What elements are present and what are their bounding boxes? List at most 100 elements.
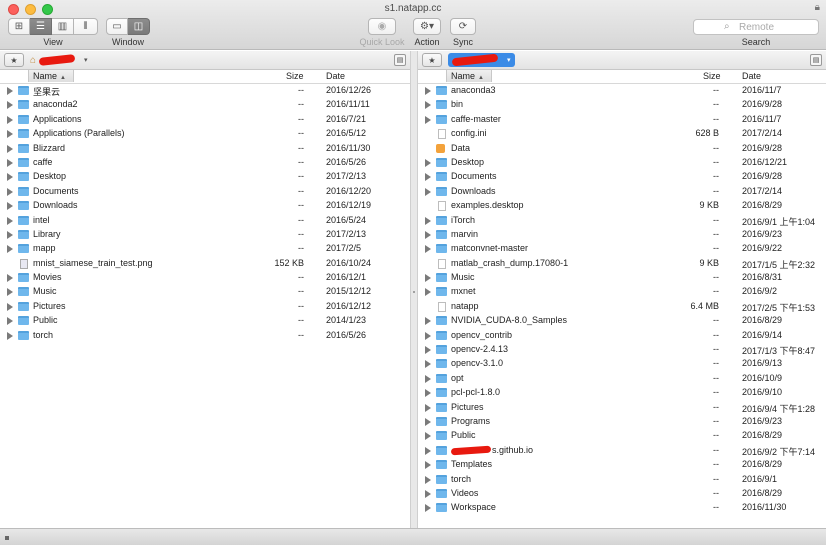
disclosure-triangle-icon[interactable] bbox=[425, 504, 431, 513]
search-field[interactable]: ⌕ Remote bbox=[693, 19, 819, 35]
file-row[interactable]: iTorch -- 2016/9/1 上午1:04 bbox=[418, 214, 826, 228]
dual-pane-button[interactable]: ◫ bbox=[128, 18, 150, 35]
drawer-button[interactable]: ▤ bbox=[810, 54, 822, 66]
disclosure-triangle-icon[interactable] bbox=[7, 302, 13, 311]
disclosure-triangle-icon[interactable] bbox=[425, 360, 431, 369]
disclosure-triangle-icon[interactable] bbox=[7, 216, 13, 225]
disclosure-triangle-icon[interactable] bbox=[7, 87, 13, 95]
file-row[interactable]: Pictures -- 2016/12/12 bbox=[0, 300, 410, 314]
name-column-header[interactable]: Name ▲ bbox=[28, 70, 74, 82]
disclosure-triangle-icon[interactable] bbox=[425, 230, 431, 239]
disclosure-triangle-icon[interactable] bbox=[425, 216, 431, 225]
file-row[interactable]: bin -- 2016/9/28 bbox=[418, 98, 826, 112]
disclosure-triangle-icon[interactable] bbox=[7, 173, 13, 182]
file-row[interactable]: anaconda2 -- 2016/11/11 bbox=[0, 98, 410, 112]
disclosure-triangle-icon[interactable] bbox=[7, 288, 13, 297]
disclosure-triangle-icon[interactable] bbox=[425, 417, 431, 426]
disclosure-triangle-icon[interactable] bbox=[425, 87, 431, 95]
file-row[interactable]: Downloads -- 2016/12/19 bbox=[0, 199, 410, 213]
disclosure-triangle-icon[interactable] bbox=[425, 432, 431, 441]
disclosure-triangle-icon[interactable] bbox=[7, 230, 13, 239]
disclosure-triangle-icon[interactable] bbox=[7, 115, 13, 124]
date-column-header[interactable]: Date bbox=[326, 71, 345, 81]
pane-splitter[interactable] bbox=[410, 51, 418, 528]
file-row[interactable]: torch -- 2016/9/1 bbox=[418, 473, 826, 487]
file-row[interactable]: Templates -- 2016/8/29 bbox=[418, 458, 826, 472]
size-column-header[interactable]: Size bbox=[286, 71, 304, 81]
quicklook-button[interactable]: ◉ bbox=[368, 18, 396, 35]
file-row[interactable]: pcl-pcl-1.8.0 -- 2016/9/10 bbox=[418, 386, 826, 400]
file-row[interactable]: Programs -- 2016/9/23 bbox=[418, 415, 826, 429]
disclosure-triangle-icon[interactable] bbox=[7, 130, 13, 139]
view-coverflow-button[interactable]: ⫴ bbox=[74, 18, 98, 35]
drawer-button[interactable]: ▤ bbox=[394, 54, 406, 66]
file-row[interactable]: config.ini 628 B 2017/2/14 bbox=[418, 127, 826, 141]
disclosure-triangle-icon[interactable] bbox=[425, 245, 431, 254]
file-row[interactable]: Pictures -- 2016/9/4 下午1:28 bbox=[418, 401, 826, 415]
remote-path-crumb[interactable]: ▾ bbox=[448, 53, 515, 67]
file-row[interactable]: Videos -- 2016/8/29 bbox=[418, 487, 826, 501]
file-row[interactable]: NVIDIA_CUDA-8.0_Samples -- 2016/8/29 bbox=[418, 314, 826, 328]
disclosure-triangle-icon[interactable] bbox=[7, 331, 13, 340]
file-row[interactable]: examples.desktop 9 KB 2016/8/29 bbox=[418, 199, 826, 213]
disclosure-triangle-icon[interactable] bbox=[425, 461, 431, 470]
file-row[interactable]: Downloads -- 2017/2/14 bbox=[418, 185, 826, 199]
file-row[interactable]: opt -- 2016/10/9 bbox=[418, 372, 826, 386]
file-row[interactable]: Music -- 2016/8/31 bbox=[418, 271, 826, 285]
disclosure-triangle-icon[interactable] bbox=[425, 187, 431, 196]
file-row[interactable]: Documents -- 2016/9/28 bbox=[418, 170, 826, 184]
disclosure-triangle-icon[interactable] bbox=[425, 173, 431, 182]
disclosure-triangle-icon[interactable] bbox=[7, 245, 13, 254]
file-row[interactable]: Music -- 2015/12/12 bbox=[0, 285, 410, 299]
sync-button[interactable]: ⟳ bbox=[450, 18, 476, 35]
disclosure-triangle-icon[interactable] bbox=[7, 144, 13, 153]
disclosure-triangle-icon[interactable] bbox=[425, 115, 431, 124]
file-row[interactable]: opencv-3.1.0 -- 2016/9/13 bbox=[418, 357, 826, 371]
disclosure-triangle-icon[interactable] bbox=[7, 317, 13, 326]
file-row[interactable]: Movies -- 2016/12/1 bbox=[0, 271, 410, 285]
file-row[interactable]: caffe -- 2016/5/26 bbox=[0, 156, 410, 170]
file-row[interactable]: natapp 6.4 MB 2017/2/5 下午1:53 bbox=[418, 300, 826, 314]
file-row[interactable]: mnist_siamese_train_test.png 152 KB 2016/1… bbox=[0, 257, 410, 271]
disclosure-triangle-icon[interactable] bbox=[425, 158, 431, 167]
name-column-header[interactable]: Name ▲ bbox=[446, 70, 492, 82]
disclosure-triangle-icon[interactable] bbox=[7, 202, 13, 211]
view-icons-button[interactable]: ⊞ bbox=[8, 18, 30, 35]
file-row[interactable]: Desktop -- 2016/12/21 bbox=[418, 156, 826, 170]
favorites-button[interactable]: ★ bbox=[4, 53, 24, 67]
disclosure-triangle-icon[interactable] bbox=[425, 346, 431, 355]
file-row[interactable]: Public -- 2014/1/23 bbox=[0, 314, 410, 328]
view-list-button[interactable]: ☰ bbox=[30, 18, 52, 35]
disclosure-triangle-icon[interactable] bbox=[425, 288, 431, 297]
file-row[interactable]: anaconda3 -- 2016/11/7 bbox=[418, 84, 826, 98]
file-row[interactable]: matlab_crash_dump.17080-1 9 KB 2017/1/5 上午… bbox=[418, 257, 826, 271]
file-row[interactable]: s.github.io -- 2016/9/2 下午7:14 bbox=[418, 444, 826, 458]
disclosure-triangle-icon[interactable] bbox=[7, 158, 13, 167]
file-row[interactable]: Blizzard -- 2016/11/30 bbox=[0, 142, 410, 156]
file-row[interactable]: Public -- 2016/8/29 bbox=[418, 429, 826, 443]
file-row[interactable]: Data -- 2016/9/28 bbox=[418, 142, 826, 156]
size-column-header[interactable]: Size bbox=[703, 71, 721, 81]
file-row[interactable]: intel -- 2016/5/24 bbox=[0, 214, 410, 228]
disclosure-triangle-icon[interactable] bbox=[7, 274, 13, 283]
disclosure-triangle-icon[interactable] bbox=[425, 446, 431, 455]
file-row[interactable]: matconvnet-master -- 2016/9/22 bbox=[418, 242, 826, 256]
file-row[interactable]: Applications (Parallels) -- 2016/5/12 bbox=[0, 127, 410, 141]
disclosure-triangle-icon[interactable] bbox=[425, 475, 431, 484]
action-button[interactable]: ⚙▾ bbox=[413, 18, 441, 35]
disclosure-triangle-icon[interactable] bbox=[425, 331, 431, 340]
disclosure-triangle-icon[interactable] bbox=[7, 101, 13, 110]
favorites-button[interactable]: ★ bbox=[422, 53, 442, 67]
disclosure-triangle-icon[interactable] bbox=[425, 403, 431, 412]
disclosure-triangle-icon[interactable] bbox=[7, 187, 13, 196]
local-path-crumb[interactable]: ⌂ ▾ bbox=[30, 53, 88, 67]
date-column-header[interactable]: Date bbox=[742, 71, 761, 81]
file-row[interactable]: opencv_contrib -- 2016/9/14 bbox=[418, 329, 826, 343]
disclosure-triangle-icon[interactable] bbox=[425, 374, 431, 383]
file-row[interactable]: mapp -- 2017/2/5 bbox=[0, 242, 410, 256]
file-row[interactable]: Library -- 2017/2/13 bbox=[0, 228, 410, 242]
disclosure-triangle-icon[interactable] bbox=[425, 274, 431, 283]
file-row[interactable]: 坚果云 -- 2016/12/26 bbox=[0, 84, 410, 98]
file-row[interactable]: opencv-2.4.13 -- 2017/1/3 下午8:47 bbox=[418, 343, 826, 357]
file-row[interactable]: torch -- 2016/5/26 bbox=[0, 329, 410, 343]
